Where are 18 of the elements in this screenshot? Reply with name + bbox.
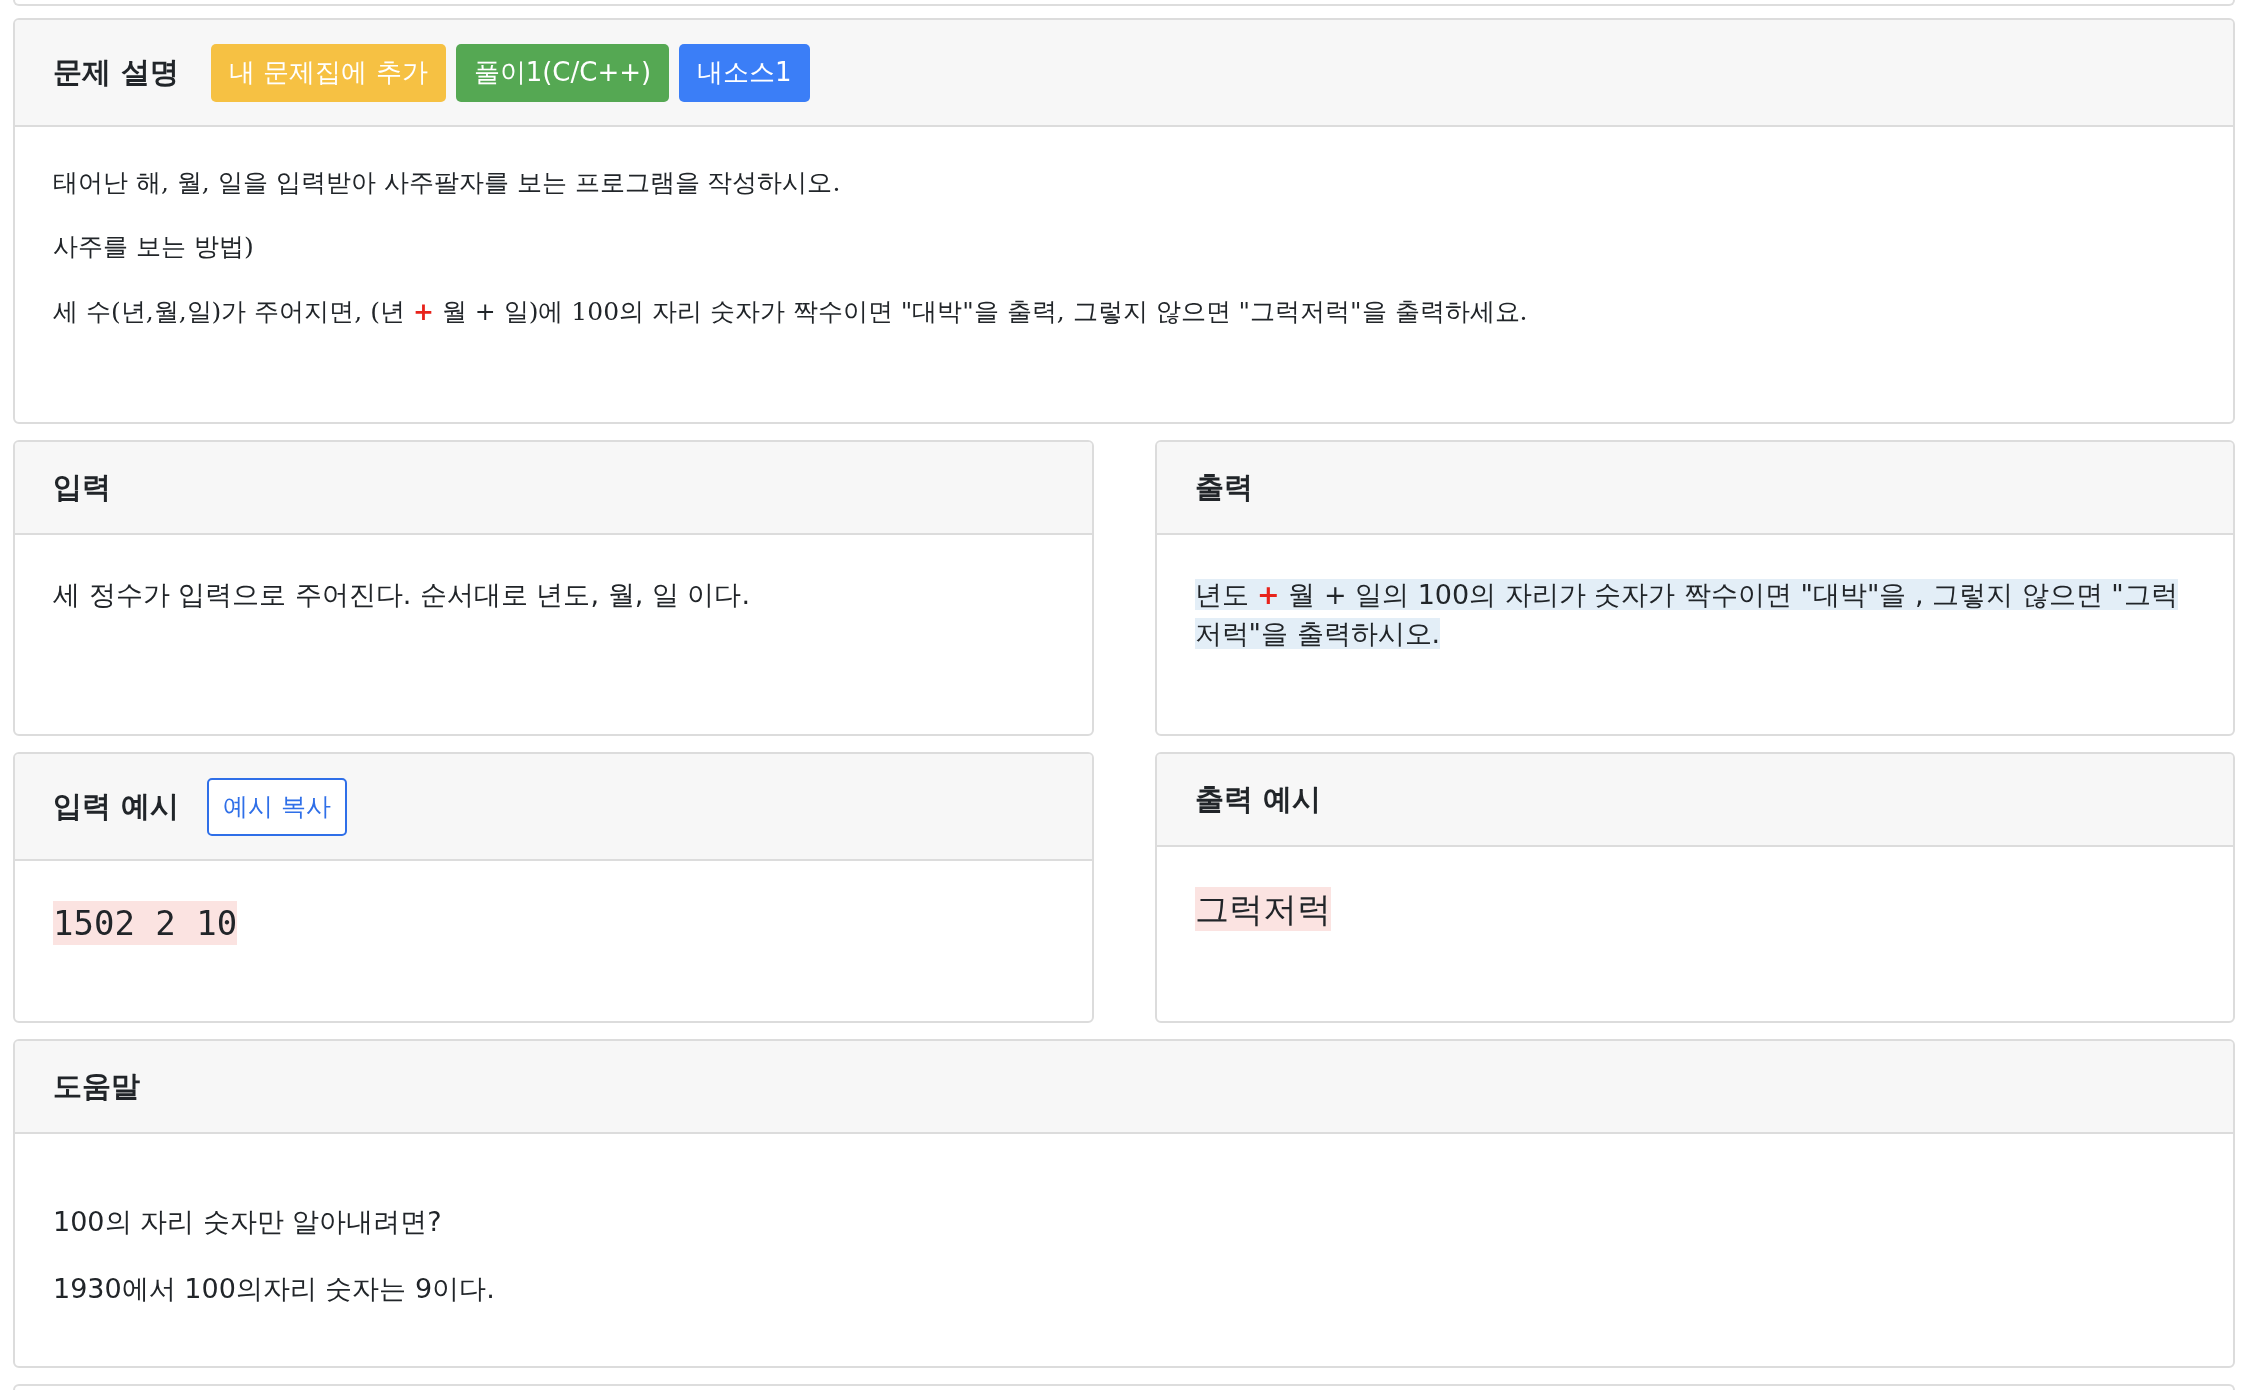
hint-paragraph: 100의 자리 숫자만 알아내려면? <box>53 1205 443 1239</box>
sample-output-text: 그럭저럭 <box>1194 887 1331 932</box>
section-title: 도움말 <box>53 1067 140 1105</box>
section-text: 년도 + 월 + 일의 100의 자리가 숫자가 짝수이면 "대박"을 , 그렇지 않으면 "그럭저럭"을 출력하시오. <box>1194 578 2179 652</box>
action-button[interactable]: 풀이1(C/C++) <box>455 43 670 102</box>
description-paragraph: 세 수(년,월,일)가 주어지면, (년 + 월 + 일)에 100의 자리 숫자가 짝수이면 "대박"을 출력, 그렇지 않으면 "그럭저럭"을 출력하세요. <box>53 295 1529 328</box>
section-title: 출력 <box>1194 468 1253 506</box>
sample-input-text: 1502 2 10 <box>53 901 238 946</box>
section-title: 문제 설명 <box>53 53 180 91</box>
hint-paragraph: 1930에서 100의자리 숫자는 9이다. <box>53 1272 496 1307</box>
section-title: 입력 <box>53 468 111 506</box>
description-paragraph: 태어난 해, 월, 일을 입력받아 사주팔자를 보는 프로그램을 작성하시오. <box>53 167 842 199</box>
section-title: 출력 예시 <box>1194 780 1321 818</box>
action-button[interactable]: 내소스1 <box>679 43 810 102</box>
copy-button[interactable]: 예시 복사 <box>207 777 348 836</box>
section-text: 세 정수가 입력으로 주어진다. 순서대로 년도, 월, 일 이다. <box>53 578 751 612</box>
section-title: 입력 예시 <box>53 787 180 825</box>
description-paragraph: 사주를 보는 방법) <box>53 231 255 264</box>
